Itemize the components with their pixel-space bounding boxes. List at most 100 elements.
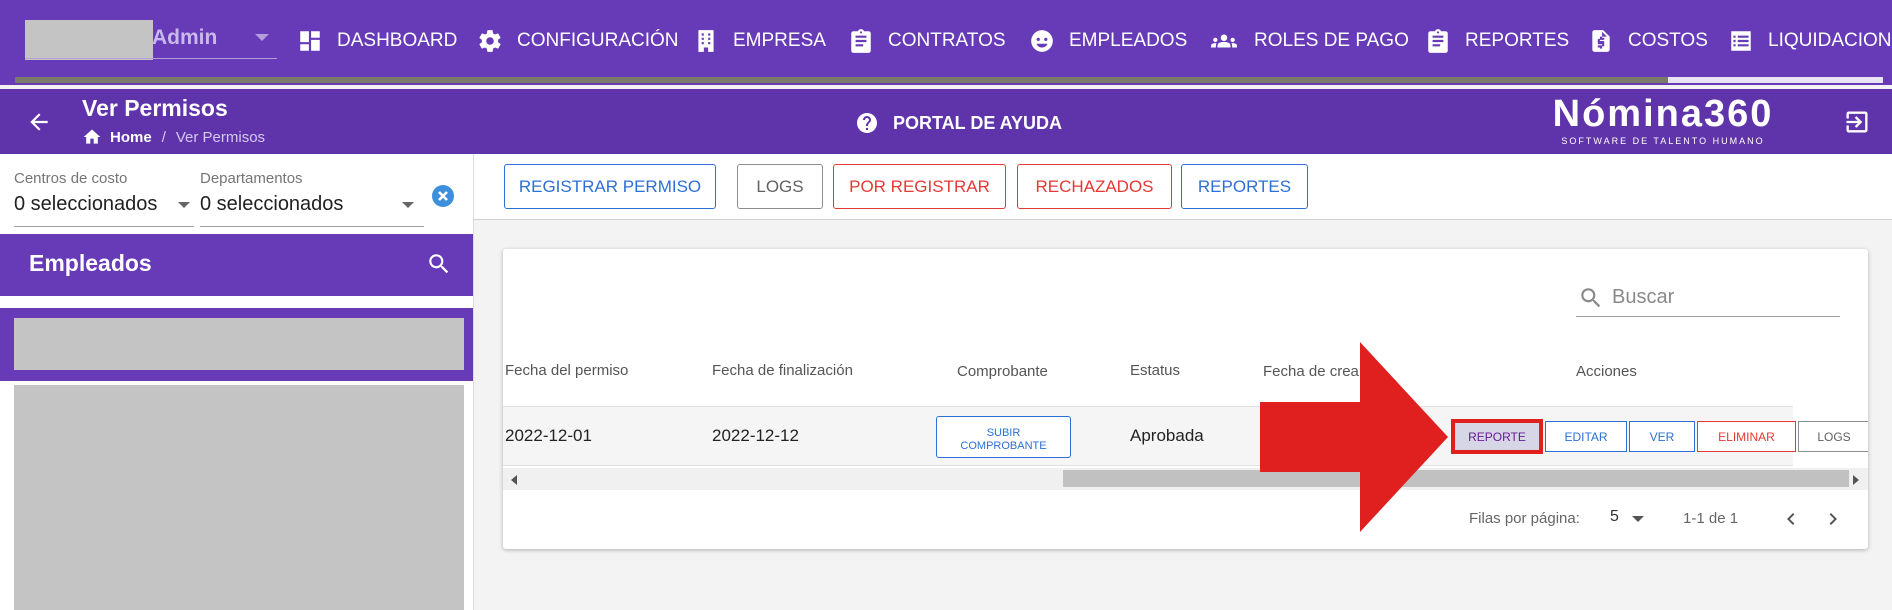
loading-bar-track — [15, 77, 1883, 83]
nav-label: ROLES DE PAGO — [1254, 30, 1409, 51]
clear-filters-button[interactable] — [432, 185, 454, 207]
subir-comprobante-button[interactable]: SUBIR COMPROBANTE — [936, 416, 1071, 458]
por-registrar-button[interactable]: POR REGISTRAR — [833, 164, 1006, 209]
column-header-fecha-finalizacion[interactable]: Fecha de finalización — [712, 362, 853, 379]
breadcrumb-current: Ver Permisos — [175, 128, 266, 146]
nav-item-contratos[interactable]: CONTRATOS — [848, 24, 1006, 58]
nav-item-empresa[interactable]: EMPRESA — [693, 24, 826, 58]
filter-label: Centros de costo — [14, 170, 128, 187]
rows-per-page-label: Filas por página: — [1469, 510, 1580, 527]
eliminar-button[interactable]: ELIMINAR — [1697, 421, 1796, 452]
top-navbar: Admin DASHBOARD CONFIGURACIÓN EMPRESA CO… — [0, 0, 1892, 85]
table-search — [1576, 279, 1840, 317]
action-toolbar: REGISTRAR PERMISO LOGS POR REGISTRAR REC… — [474, 154, 1892, 220]
ver-button[interactable]: VER — [1629, 421, 1695, 452]
chevron-down-icon[interactable] — [402, 202, 414, 208]
page-title: Ver Permisos — [82, 95, 228, 121]
registrar-permiso-button[interactable]: REGISTRAR PERMISO — [504, 164, 716, 209]
user-menu-chevron-down-icon[interactable] — [255, 34, 269, 41]
rows-per-page-select[interactable]: 5 — [1610, 508, 1619, 526]
column-header-acciones: Acciones — [1576, 363, 1637, 380]
departamentos-select[interactable]: Departamentos 0 seleccionados — [200, 170, 343, 216]
filter-underline — [200, 226, 424, 227]
page-header: Ver Permisos Home / Ver Permisos PORTAL … — [0, 89, 1892, 154]
scrollbar-thumb[interactable] — [1063, 470, 1849, 487]
user-selector-underline — [25, 58, 277, 59]
nav-item-configuracion[interactable]: CONFIGURACIÓN — [477, 24, 679, 58]
pagination-range: 1-1 de 1 — [1683, 510, 1739, 527]
next-page-chevron-right-icon[interactable] — [1821, 507, 1845, 531]
nav-label: EMPLEADOS — [1069, 30, 1188, 51]
nav-item-costos[interactable]: COSTOS — [1588, 24, 1708, 58]
button-label-line: SUBIR — [986, 427, 1021, 439]
nav-item-roles-de-pago[interactable]: ROLES DE PAGO — [1208, 24, 1409, 58]
column-header-estatus[interactable]: Estatus — [1130, 362, 1180, 379]
back-arrow-icon[interactable] — [26, 109, 52, 135]
permisos-table-card: Fecha del permiso Fecha de finalización … — [503, 249, 1868, 549]
nav-label: COSTOS — [1628, 30, 1708, 51]
nav-item-liquidaciones[interactable]: LIQUIDACIONES — [1728, 24, 1892, 58]
loading-bar-segment — [1668, 77, 1883, 83]
close-icon — [438, 191, 448, 201]
logs-button[interactable]: LOGS — [737, 164, 823, 209]
invoice-icon — [1592, 30, 1610, 52]
brand-name: Nómina360 — [1552, 93, 1774, 135]
breadcrumb-home[interactable]: Home — [110, 129, 152, 146]
reportes-button[interactable]: REPORTES — [1181, 164, 1308, 209]
button-label-line: COMPROBANTE — [960, 440, 1047, 452]
nav-item-empleados[interactable]: EMPLEADOS — [1029, 24, 1187, 58]
chevron-down-icon[interactable] — [1632, 516, 1644, 522]
employees-title: Empleados — [29, 250, 152, 276]
scroll-right-icon[interactable] — [1853, 475, 1859, 485]
centros-de-costo-select[interactable]: Centros de costo 0 seleccionados — [14, 170, 157, 216]
user-name[interactable]: Admin — [152, 26, 217, 50]
cell-fecha-permiso: 2022-12-01 — [505, 426, 592, 445]
rechazados-button[interactable]: RECHAZADOS — [1017, 164, 1172, 209]
user-avatar-redacted — [25, 20, 153, 60]
dashboard-icon — [300, 31, 320, 51]
column-header-comprobante[interactable]: Comprobante — [957, 363, 1048, 380]
employees-header: Empleados — [0, 234, 473, 296]
sidebar-divider — [473, 154, 474, 610]
search-icon — [1581, 287, 1601, 307]
clipboard-icon — [851, 29, 871, 53]
filter-value: 0 seleccionados — [200, 193, 344, 215]
breadcrumb: Home / Ver Permisos — [82, 127, 265, 147]
nav-item-dashboard[interactable]: DASHBOARD — [297, 24, 457, 58]
help-portal-label: PORTAL DE AYUDA — [893, 112, 1063, 133]
nav-label: REPORTES — [1465, 30, 1570, 51]
column-header-fecha-permiso[interactable]: Fecha del permiso — [505, 362, 628, 379]
nav-label: LIQUIDACIONES — [1768, 30, 1892, 51]
filter-label: Departamentos — [200, 170, 303, 187]
nav-label: DASHBOARD — [337, 30, 458, 51]
nav-label: CONTRATOS — [888, 30, 1006, 51]
brand-tagline: SOFTWARE DE TALENTO HUMANO — [1561, 136, 1765, 146]
nav-label: EMPRESA — [733, 30, 826, 51]
breadcrumb-separator: / — [161, 128, 166, 146]
home-icon[interactable] — [82, 127, 102, 147]
help-portal-link[interactable]: PORTAL DE AYUDA — [855, 111, 1062, 135]
reporte-button[interactable]: REPORTE — [1451, 419, 1543, 454]
red-pointer-arrow-icon — [1260, 342, 1448, 532]
employee-list-redacted[interactable] — [14, 385, 464, 610]
face-icon — [1031, 30, 1053, 52]
scroll-left-icon[interactable] — [511, 475, 517, 485]
row-logs-button[interactable]: LOGS — [1798, 421, 1868, 452]
sidebar: Centros de costo 0 seleccionados Departa… — [0, 154, 473, 610]
help-icon — [857, 113, 877, 133]
cell-estatus: Aprobada — [1130, 426, 1204, 445]
logout-icon[interactable] — [1843, 108, 1871, 136]
filter-underline — [14, 226, 194, 227]
search-icon[interactable] — [426, 251, 452, 277]
building-icon — [698, 30, 714, 52]
nav-item-reportes[interactable]: REPORTES — [1425, 24, 1569, 58]
editar-button[interactable]: EDITAR — [1545, 421, 1627, 452]
prev-page-chevron-left-icon[interactable] — [1779, 507, 1803, 531]
list-icon — [1731, 31, 1751, 51]
cell-fecha-finalizacion: 2022-12-12 — [712, 426, 799, 445]
chevron-down-icon[interactable] — [178, 202, 190, 208]
group-icon — [1211, 34, 1237, 48]
gear-icon — [479, 30, 501, 52]
search-input[interactable] — [1612, 286, 1822, 309]
employee-selector-redacted[interactable] — [14, 318, 464, 370]
